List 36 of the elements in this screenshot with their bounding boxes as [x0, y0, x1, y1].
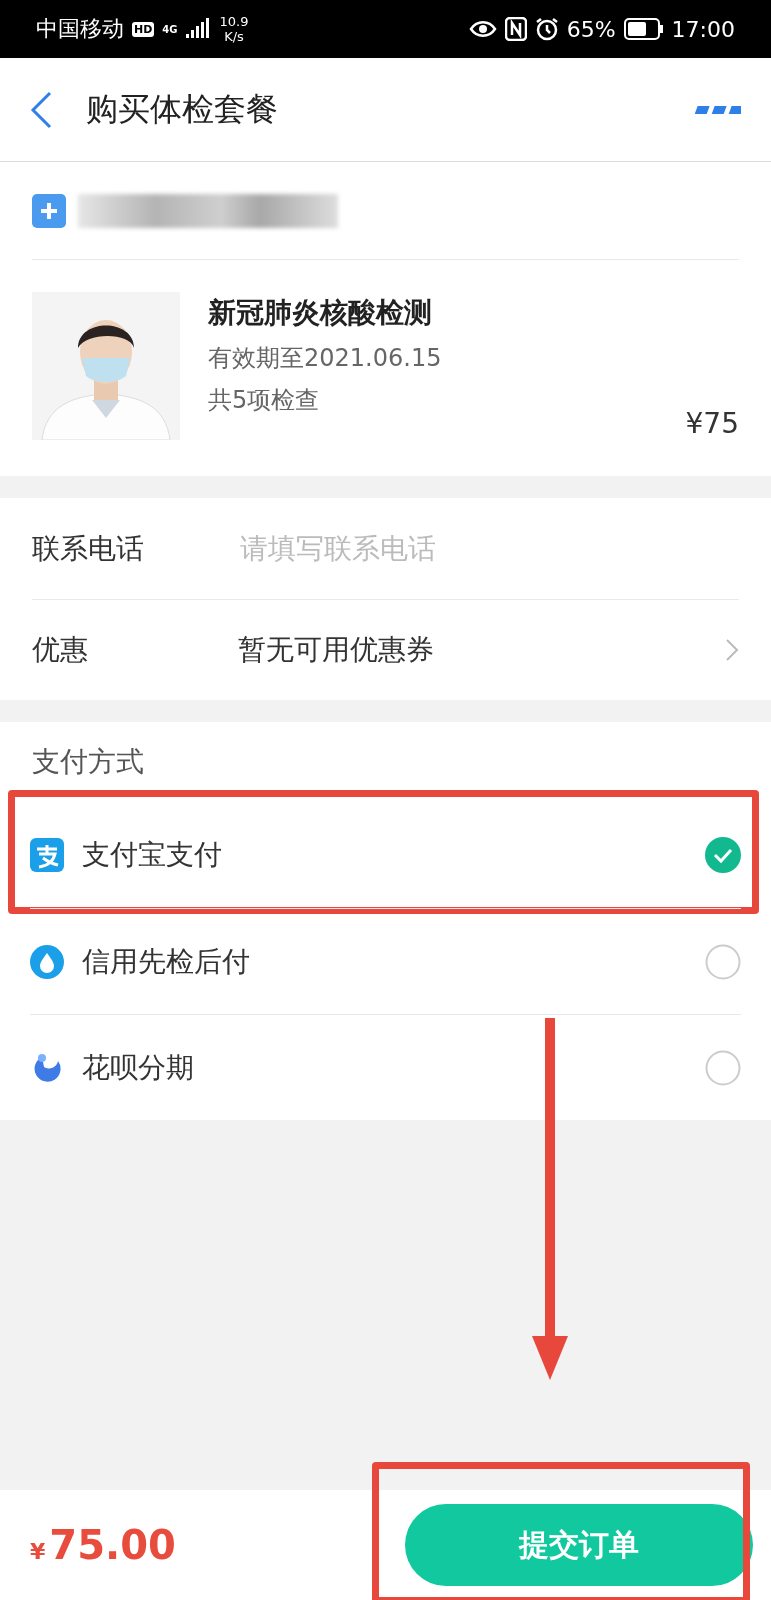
radio-button[interactable] [705, 1049, 741, 1086]
field-label: 联系电话 [32, 530, 145, 567]
speed-unit: K/s [224, 29, 244, 44]
battery-percent: 65% [566, 16, 616, 42]
hd-badge: HD [132, 21, 155, 37]
currency-sign: ¥ [30, 1539, 46, 1564]
field-label: 优惠 [32, 632, 89, 668]
carrier-name: 中国移动 [36, 15, 124, 43]
coupon-selector[interactable]: 暂无可用优惠券 [238, 631, 739, 669]
battery-icon [623, 18, 664, 40]
more-icon[interactable] [695, 104, 741, 115]
eye-icon [468, 19, 497, 39]
nfc-icon [504, 17, 527, 41]
network-type: 4G [162, 23, 178, 35]
total-amount: 75.00 [49, 1522, 176, 1568]
validity-date: 有效期至2021.06.15 [208, 343, 443, 374]
payment-option[interactable]: 花呗分期 [30, 1014, 741, 1120]
drop-icon [30, 944, 64, 979]
page-title: 购买体检套餐 [86, 88, 279, 130]
chevron-icon [725, 638, 739, 662]
network-speed: 10.9 [219, 14, 249, 29]
payment-option[interactable]: 信用先检后付 [30, 908, 741, 1014]
clock-time: 17:00 [671, 16, 735, 42]
hospital-icon [32, 193, 66, 228]
back-icon[interactable] [30, 90, 52, 129]
phone-field[interactable]: 请填写联系电话 [238, 531, 739, 566]
product-price: ¥75 [685, 407, 739, 440]
section-title: 支付方式 [31, 744, 145, 780]
signal-icon [185, 18, 212, 40]
radio-button[interactable] [705, 943, 741, 980]
checked-radio[interactable] [705, 837, 741, 873]
product-name: 新冠肺炎核酸检测 [208, 295, 433, 331]
item-count: 共5项检查 [208, 385, 321, 416]
payment-option[interactable]: 支付宝支付 [30, 802, 741, 908]
payment-icon [30, 838, 64, 872]
alarm-icon [534, 17, 559, 41]
